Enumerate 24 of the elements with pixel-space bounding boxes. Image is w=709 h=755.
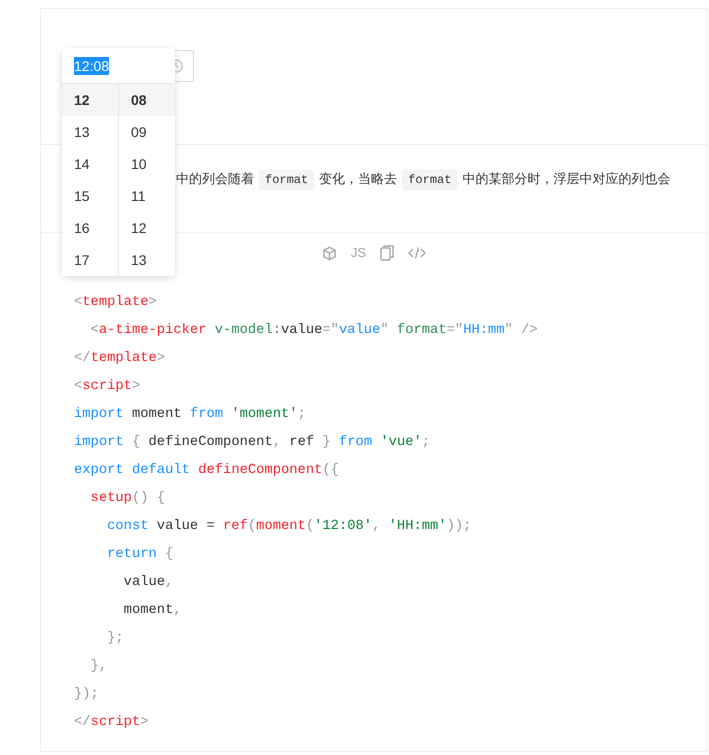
code-icon[interactable] xyxy=(408,246,426,260)
code-line: value, xyxy=(122,574,174,592)
code-line: }; xyxy=(106,630,124,648)
time-option[interactable]: 12 xyxy=(62,84,118,116)
code-line: moment, xyxy=(122,602,182,620)
time-option[interactable]: 13 xyxy=(119,244,175,276)
code-line: import { defineComponent, ref } from 'vue'; xyxy=(74,434,430,452)
code-line: <script> xyxy=(74,378,140,396)
code-line: export default defineComponent({ xyxy=(74,462,339,480)
time-option[interactable]: 08 xyxy=(119,84,175,116)
code-line: <template> xyxy=(74,294,157,312)
code-line: </template> xyxy=(74,350,166,368)
cube-icon[interactable] xyxy=(322,246,337,260)
code-line: import moment from 'moment'; xyxy=(74,406,306,424)
code-line: <a-time-picker v-model:value="value" format="HH:mm" /> xyxy=(90,322,538,340)
code-line: return { xyxy=(106,546,174,564)
code-line: </script> xyxy=(74,714,149,732)
code-line: }, xyxy=(90,658,108,676)
code-line: }); xyxy=(74,686,99,704)
code-line: setup() { xyxy=(90,490,166,508)
time-option[interactable]: 17 xyxy=(62,244,118,276)
copy-icon[interactable] xyxy=(380,245,394,261)
code-line: const value = ref(moment('12:08', 'HH:mm')); xyxy=(106,518,472,536)
description-text: 中的列会随着 format 变化，当略去 format 中的某部分时，浮层中对应的列也会 xyxy=(176,167,703,192)
